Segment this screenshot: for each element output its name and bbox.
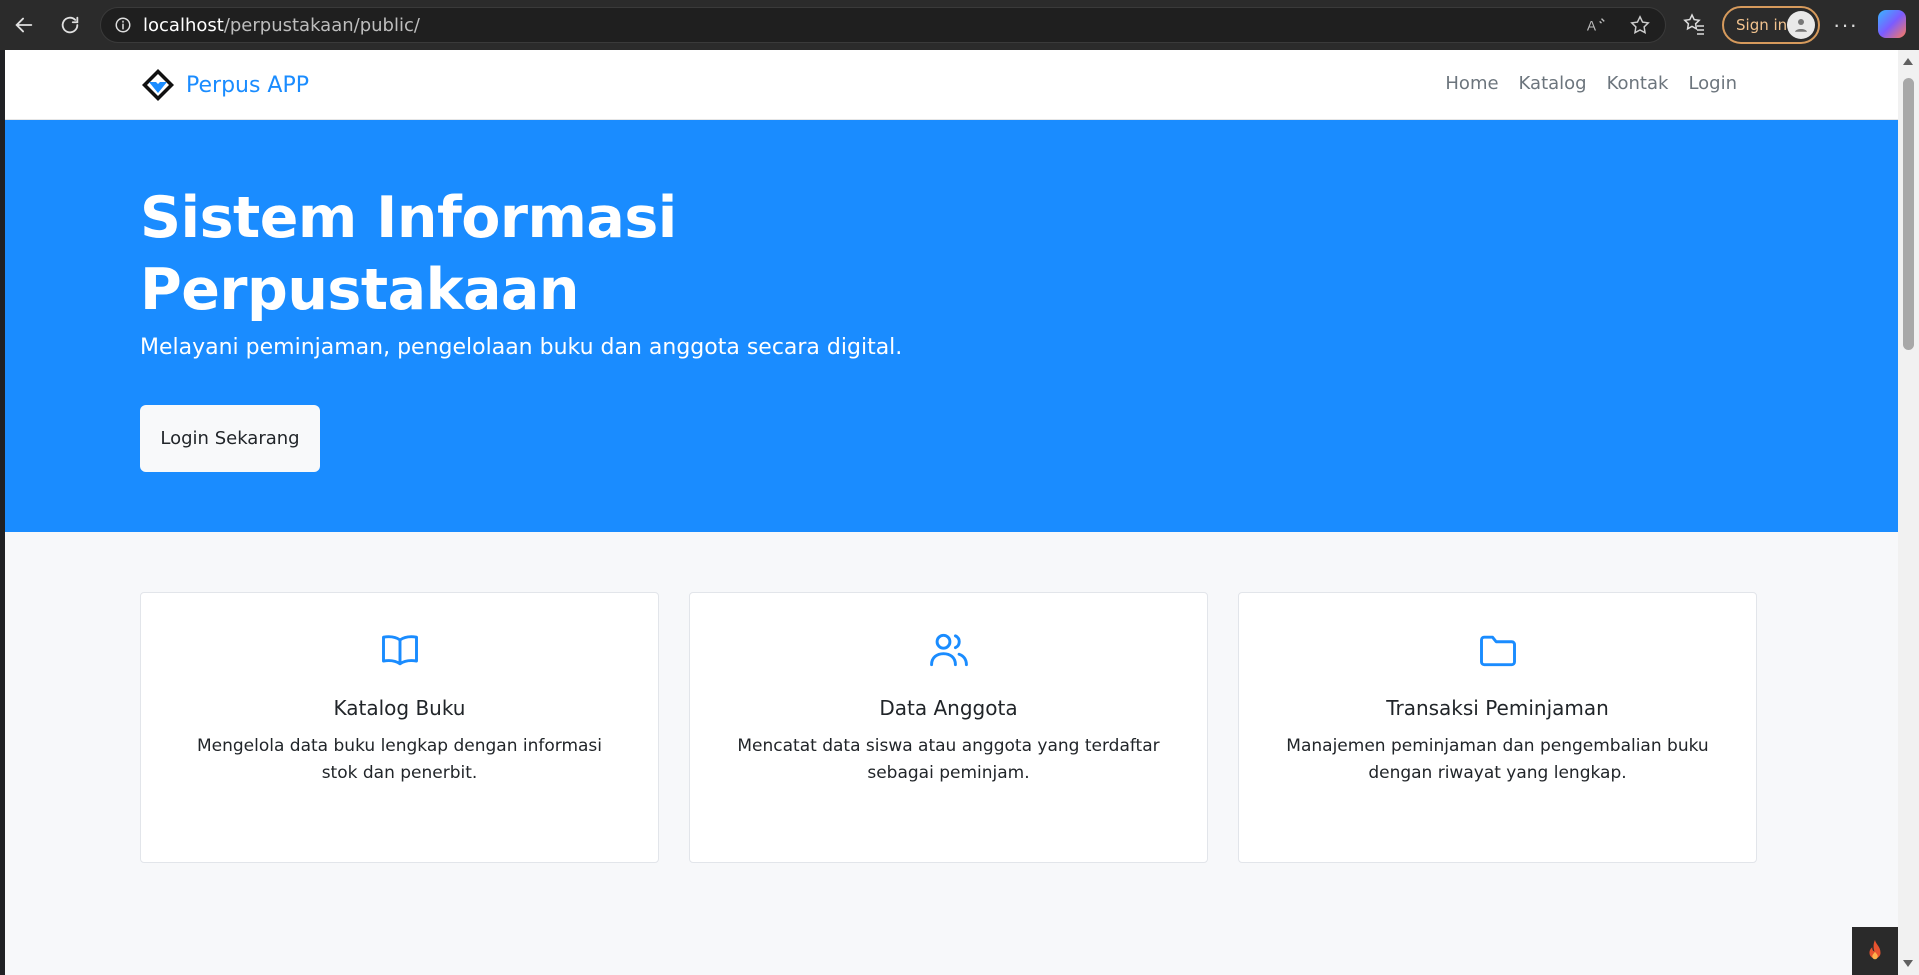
site-info-icon[interactable] — [113, 15, 133, 35]
browser-toolbar: localhost/perpustakaan/public/ A Sign in… — [0, 0, 1919, 50]
login-now-button[interactable]: Login Sekarang — [140, 405, 320, 472]
more-menu-button[interactable]: ··· — [1833, 12, 1858, 38]
hero-title: Sistem Informasi Perpustakaan — [140, 185, 677, 323]
nav-link-home[interactable]: Home — [1445, 73, 1498, 94]
feature-title: Katalog Buku — [333, 696, 466, 720]
feature-card-anggota: Data Anggota Mencatat data siswa atau an… — [689, 592, 1208, 863]
book-icon — [381, 635, 418, 666]
favorites-icon[interactable] — [1682, 12, 1706, 36]
url-text: localhost/perpustakaan/public/ — [143, 15, 420, 36]
reload-icon — [61, 16, 79, 34]
back-arrow-icon — [15, 17, 33, 33]
scroll-down-arrow-icon[interactable] — [1903, 960, 1913, 967]
nav-link-kontak[interactable]: Kontak — [1607, 73, 1669, 94]
nav-menu: Home Katalog Kontak Login — [1445, 73, 1737, 94]
debug-toolbar-button[interactable] — [1852, 927, 1898, 975]
favorite-star-icon[interactable] — [1629, 14, 1651, 36]
sign-in-button[interactable]: Sign in — [1722, 6, 1820, 44]
svg-text:A: A — [1587, 19, 1597, 34]
hero-section: Sistem Informasi Perpustakaan Melayani p… — [5, 120, 1898, 532]
feature-card-transaksi: Transaksi Peminjaman Manajemen peminjama… — [1238, 592, 1757, 863]
people-icon — [929, 633, 968, 667]
navbar: Perpus APP Home Katalog Kontak Login — [5, 50, 1898, 120]
nav-link-login[interactable]: Login — [1688, 73, 1737, 94]
feature-card-katalog: Katalog Buku Mengelola data buku lengkap… — [140, 592, 659, 863]
brand[interactable]: Perpus APP — [140, 67, 309, 103]
address-bar[interactable]: localhost/perpustakaan/public/ A — [100, 7, 1666, 43]
copilot-icon[interactable] — [1878, 10, 1906, 38]
read-aloud-icon[interactable]: A — [1585, 14, 1607, 36]
nav-link-katalog[interactable]: Katalog — [1519, 73, 1587, 94]
reload-button[interactable] — [54, 9, 86, 41]
feature-text: Mencatat data siswa atau anggota yang te… — [737, 736, 1160, 783]
back-button[interactable] — [8, 9, 40, 41]
sign-in-label: Sign in — [1736, 16, 1788, 34]
brand-name: Perpus APP — [186, 72, 310, 98]
scroll-up-arrow-icon[interactable] — [1903, 58, 1913, 65]
url-path: /perpustakaan/public/ — [223, 14, 420, 36]
hero-lead: Melayani peminjaman, pengelolaan buku da… — [140, 335, 903, 360]
feature-title: Transaksi Peminjaman — [1386, 696, 1609, 720]
feature-title: Data Anggota — [879, 696, 1018, 720]
brand-logo-icon — [142, 69, 174, 101]
page-viewport: Perpus APP Home Katalog Kontak Login Sis… — [5, 50, 1898, 975]
flame-icon — [1869, 940, 1881, 960]
folder-icon — [1479, 635, 1516, 667]
feature-text: Manajemen peminjaman dan pengembalian bu… — [1286, 736, 1709, 783]
avatar-icon — [1787, 11, 1815, 39]
feature-cards: Katalog Buku Mengelola data buku lengkap… — [140, 592, 1757, 863]
page-scrollbar[interactable] — [1898, 50, 1919, 975]
feature-text: Mengelola data buku lengkap dengan infor… — [196, 736, 603, 783]
url-host: localhost — [143, 14, 224, 36]
scrollbar-thumb[interactable] — [1903, 78, 1914, 350]
